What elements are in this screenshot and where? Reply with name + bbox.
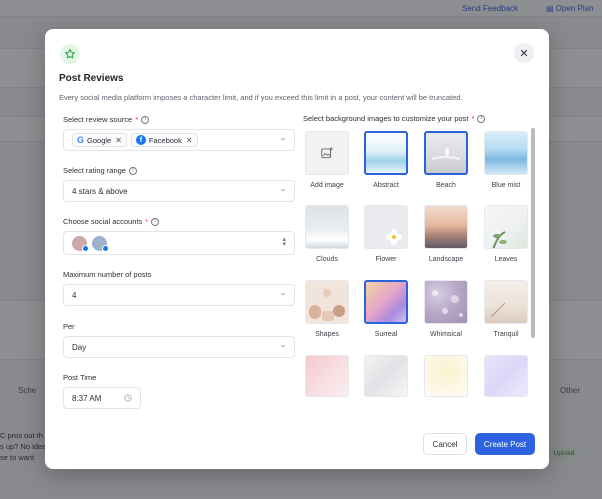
review-source-label-text: Select review source: [63, 115, 133, 124]
chip-label: Facebook: [148, 135, 182, 145]
bg-image-surreal[interactable]: [364, 280, 408, 324]
per-label-text: Per: [63, 322, 75, 331]
chip-facebook: f Facebook ✕: [130, 133, 198, 147]
tile-caption: Landscape: [428, 256, 464, 263]
modal-title: Post Reviews: [59, 73, 124, 84]
facebook-logo-icon: f: [135, 135, 146, 145]
bg-image-whimsical[interactable]: [424, 280, 468, 324]
tile-caption: Beach: [436, 182, 456, 189]
tile-caption: Flower: [375, 256, 397, 263]
chevron-down-icon: [280, 292, 286, 296]
scrollbar-thumb[interactable]: [531, 128, 535, 338]
chevron-down-icon: [280, 344, 286, 348]
info-icon[interactable]: i: [477, 114, 486, 123]
rating-range-select[interactable]: 4 stars & above: [63, 180, 295, 202]
image-grid-scrollbar[interactable]: [531, 128, 535, 338]
background-images-label-text: Select background images to customize yo…: [303, 114, 469, 123]
close-button[interactable]: ✕: [514, 43, 534, 63]
rating-range-label: Select rating range i: [63, 166, 137, 175]
required-mark: *: [135, 115, 139, 124]
tile-caption: Whimsical: [430, 331, 462, 338]
max-posts-label-text: Maximum number of posts: [63, 270, 152, 279]
required-mark: *: [471, 114, 475, 123]
per-select[interactable]: Day: [63, 336, 295, 358]
bg-image-shapes[interactable]: [305, 280, 349, 324]
bg-image-leaves[interactable]: [484, 205, 528, 249]
max-posts-select[interactable]: 4: [63, 284, 295, 306]
clock-icon: [124, 394, 132, 402]
star-icon: [60, 44, 80, 64]
tile-caption: Shapes: [315, 331, 339, 338]
required-mark: *: [145, 217, 149, 226]
tile-caption: Add image: [310, 182, 344, 189]
add-image-tile[interactable]: [305, 131, 349, 175]
post-time-value: 8:37 AM: [72, 393, 102, 403]
social-accounts-select[interactable]: ▴ ▾: [63, 231, 295, 255]
social-accounts-label: Choose social accounts * i: [63, 217, 160, 226]
post-time-label-text: Post Time: [63, 373, 97, 382]
bg-image-tile[interactable]: [424, 355, 468, 397]
bg-image-abstract[interactable]: [364, 131, 408, 175]
sort-arrows-icon: ▴ ▾: [282, 236, 286, 248]
create-post-button[interactable]: Create Post: [475, 433, 535, 455]
info-icon[interactable]: i: [128, 166, 137, 175]
chip-google: G Google ✕: [72, 133, 127, 147]
info-icon[interactable]: i: [151, 217, 160, 226]
bg-image-clouds[interactable]: [305, 205, 349, 249]
facebook-badge-icon: [82, 244, 89, 252]
account-avatar: [72, 235, 89, 252]
rating-range-value: 4 stars & above: [72, 186, 128, 196]
social-accounts-label-text: Choose social accounts: [63, 217, 143, 226]
background-images-label: Select background images to customize yo…: [303, 114, 486, 123]
close-icon: ✕: [519, 47, 529, 60]
bg-image-beach[interactable]: [424, 131, 468, 175]
remove-chip-icon[interactable]: ✕: [186, 136, 193, 145]
bg-image-landscape[interactable]: [424, 205, 468, 249]
max-posts-value: 4: [72, 290, 77, 300]
tile-caption: Blue mist: [491, 182, 521, 189]
post-time-label: Post Time: [63, 373, 96, 382]
modal-description: Every social media platform imposes a ch…: [59, 93, 463, 102]
post-time-input[interactable]: 8:37 AM: [63, 387, 141, 409]
bg-image-tile[interactable]: [364, 355, 408, 397]
cancel-button[interactable]: Cancel: [423, 433, 467, 455]
review-source-label: Select review source * i: [63, 115, 150, 124]
add-image-icon: [321, 147, 333, 159]
bg-image-tile[interactable]: [305, 355, 349, 397]
tile-caption: Abstract: [373, 182, 399, 189]
remove-chip-icon[interactable]: ✕: [115, 136, 122, 145]
chip-label: Google: [87, 135, 112, 145]
bg-image-blue-mist[interactable]: [484, 131, 528, 175]
bg-image-tranquil[interactable]: [484, 280, 528, 324]
per-label: Per: [63, 322, 75, 331]
account-avatar: [92, 235, 109, 252]
tile-caption: Clouds: [316, 256, 338, 263]
tile-caption: Tranquil: [493, 331, 519, 338]
per-value: Day: [72, 342, 87, 352]
chevron-down-icon: [280, 188, 286, 192]
tile-caption: Surreal: [374, 331, 398, 338]
review-source-select[interactable]: G Google ✕ f Facebook ✕: [63, 129, 295, 151]
post-reviews-modal: ✕ Post Reviews Every social media platfo…: [45, 29, 549, 469]
max-posts-label: Maximum number of posts: [63, 270, 151, 279]
facebook-badge-icon: [102, 244, 109, 252]
chevron-down-icon: [280, 137, 286, 141]
rating-range-label-text: Select rating range: [63, 166, 126, 175]
info-icon[interactable]: i: [141, 115, 150, 124]
bg-image-tile[interactable]: [484, 355, 528, 397]
bg-image-flower[interactable]: [364, 205, 408, 249]
google-logo-icon: G: [77, 135, 85, 145]
tile-caption: Leaves: [494, 256, 518, 263]
